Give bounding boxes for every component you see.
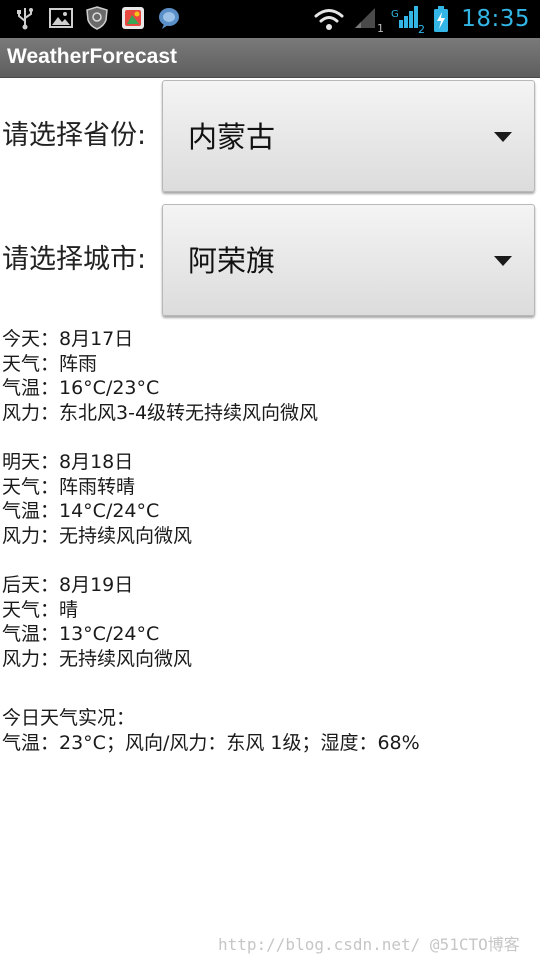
signal-1-icon: 1 (355, 8, 383, 34)
current-title: 今日天气实况： (2, 707, 136, 729)
city-label: 请选择城市: (2, 244, 147, 275)
sim2-label: 2 (418, 23, 425, 34)
forecast-temperature: 气温：13°C/24°C (2, 623, 160, 645)
status-bar: 1 G 2 18:35 (0, 0, 540, 38)
image-icon (49, 8, 73, 28)
forecast-wind: 风力：东北风3-4级转无持续风向微风 (2, 401, 319, 424)
wifi-icon (314, 9, 344, 30)
forecast-tomorrow: 明天：8月18日 天气：阵雨转晴 气温：14°C/24°C 风力：无持续风向微风 (2, 450, 532, 548)
chat-icon (159, 8, 179, 29)
signal-2-icon: G 2 (391, 6, 425, 34)
province-row: 请选择省份: 内蒙古 (0, 80, 540, 192)
forecast-date: 明天：8月18日 (2, 451, 134, 473)
forecast-date: 后天：8月19日 (2, 574, 134, 596)
current-details: 气温：23°C；风向/风力：东风 1级；湿度：68% (2, 731, 420, 754)
forecast-wind: 风力：无持续风向微风 (2, 524, 193, 547)
city-selected-value: 阿荣旗 (188, 244, 276, 278)
shield-icon (86, 6, 108, 30)
sim1-label: 1 (377, 22, 383, 34)
forecast-temperature: 气温：14°C/24°C (2, 500, 160, 522)
dropdown-arrow-icon (494, 256, 512, 266)
clock: 18:35 (461, 6, 530, 32)
app-icon (122, 7, 144, 29)
usb-icon (17, 8, 33, 30)
dropdown-arrow-icon (494, 132, 512, 142)
province-selected-value: 内蒙古 (188, 120, 276, 154)
forecast-today: 今天：8月17日 天气：阵雨 气温：16°C/23°C 风力：东北风3-4级转无… (2, 327, 532, 425)
forecast-weather: 天气：阵雨 (2, 352, 98, 375)
system-status: 1 G 2 18:35 (313, 0, 530, 38)
action-bar: WeatherForecast (0, 38, 540, 78)
forecast-temperature: 气温：16°C/23°C (2, 377, 160, 399)
city-spinner[interactable]: 阿荣旗 (162, 204, 535, 316)
forecast-day-after: 后天：8月19日 天气：晴 气温：13°C/24°C 风力：无持续风向微风 (2, 573, 532, 671)
province-spinner[interactable]: 内蒙古 (162, 80, 535, 192)
watermark: http://blog.csdn.net/ @51CTO博客 (218, 935, 520, 954)
battery-icon (434, 6, 449, 32)
forecast-wind: 风力：无持续风向微风 (2, 647, 193, 670)
forecast-weather: 天气：晴 (2, 598, 79, 621)
svg-text:G: G (391, 9, 399, 20)
forecast-list: 今天：8月17日 天气：阵雨 气温：16°C/23°C 风力：东北风3-4级转无… (2, 327, 532, 696)
current-conditions: 今日天气实况： 气温：23°C；风向/风力：东风 1级；湿度：68% (2, 706, 420, 755)
app-title: WeatherForecast (7, 45, 178, 68)
notification-icons (12, 5, 182, 31)
forecast-weather: 天气：阵雨转晴 (2, 475, 136, 498)
forecast-date: 今天：8月17日 (2, 328, 134, 350)
city-row: 请选择城市: 阿荣旗 (0, 204, 540, 316)
province-label: 请选择省份: (2, 120, 147, 151)
